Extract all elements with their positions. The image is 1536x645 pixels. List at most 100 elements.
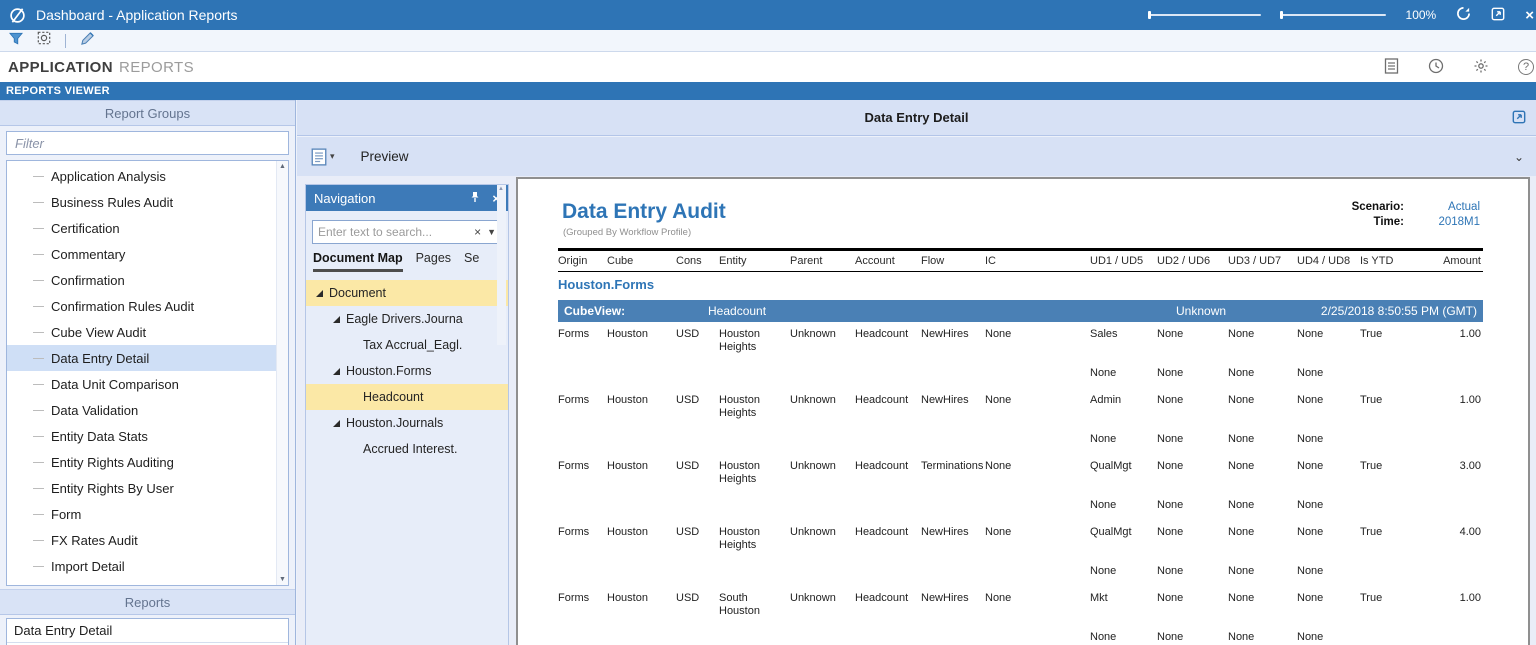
group-item[interactable]: Confirmation xyxy=(7,267,276,293)
group-item-label: Form xyxy=(51,506,82,522)
search-options-chevron-icon[interactable]: ▼ xyxy=(487,227,496,237)
reports-viewer-bar: REPORTS VIEWER xyxy=(0,82,1536,100)
group-item[interactable]: Form xyxy=(7,501,276,527)
help-icon[interactable]: ? xyxy=(1518,59,1534,75)
group-item[interactable]: Data Validation xyxy=(7,397,276,423)
expander-icon[interactable] xyxy=(316,289,323,297)
tab-document-map[interactable]: Document Map xyxy=(313,251,403,272)
cell-empty xyxy=(676,488,719,520)
scroll-up-icon[interactable]: ▲ xyxy=(279,163,286,170)
nav-tree-item[interactable]: Tax Accrual_Eagl. xyxy=(306,332,508,358)
group-item[interactable]: Data Entry Detail xyxy=(7,345,276,371)
filter-input[interactable] xyxy=(6,131,289,155)
nav-tree-item-label: Eagle Drivers.Journa xyxy=(346,312,463,326)
navigation-scrollbar[interactable]: ▲ xyxy=(497,185,506,345)
group-item[interactable]: Application Analysis xyxy=(7,163,276,189)
pin-icon[interactable] xyxy=(470,191,480,206)
tab-se[interactable]: Se xyxy=(464,251,479,272)
filter-funnel-icon[interactable] xyxy=(8,32,24,50)
column-header: UD1 / UD5 xyxy=(1090,248,1157,272)
collapse-chevron-icon[interactable]: ⌄ xyxy=(1514,150,1524,164)
group-item[interactable]: Data Unit Comparison xyxy=(7,371,276,397)
document-menu-button[interactable]: ▾ xyxy=(311,147,335,166)
group-item[interactable]: Cube View Audit xyxy=(7,319,276,345)
select-region-icon[interactable] xyxy=(37,31,51,50)
tree-line xyxy=(33,202,44,203)
cell-empty xyxy=(921,554,985,586)
gear-icon[interactable] xyxy=(1473,58,1489,77)
cell-empty xyxy=(1360,554,1428,586)
nav-tree-item[interactable]: Headcount xyxy=(306,384,508,410)
cell-empty xyxy=(921,620,985,645)
cell-ud1-sub: None xyxy=(1090,499,1117,511)
nav-tree-item[interactable]: Accrued Interest. xyxy=(306,436,508,462)
column-header: IC xyxy=(985,248,1090,272)
group-item[interactable]: Entity Rights By User xyxy=(7,475,276,501)
app-header: APPLICATION REPORTS ? xyxy=(0,52,1536,82)
nav-tree-item-label: Headcount xyxy=(363,390,424,404)
column-header: Entity xyxy=(719,248,790,272)
cell-empty xyxy=(921,356,985,388)
clear-search-icon[interactable]: × xyxy=(474,225,481,239)
cell-empty xyxy=(790,620,855,645)
quick-toolbar xyxy=(0,30,1536,52)
time-value: 2018M1 xyxy=(1438,216,1480,228)
scroll-down-icon[interactable]: ▼ xyxy=(279,576,286,583)
tree-line xyxy=(33,332,44,333)
cell-ud1-sub: None xyxy=(1090,367,1117,379)
edit-pencil-icon[interactable] xyxy=(80,31,95,51)
expander-icon[interactable] xyxy=(333,367,340,375)
report-row: Forms Houston USD Houston Heights Unknown Hea… xyxy=(558,454,1483,488)
report-panel-titlebar: Data Entry Detail xyxy=(297,100,1536,136)
time-label: Time: xyxy=(1373,216,1404,228)
nav-tree-item[interactable]: Eagle Drivers.Journa xyxy=(306,306,508,332)
group-item-label: FX Rates Audit xyxy=(51,532,138,548)
cell-empty xyxy=(607,488,676,520)
tree-line xyxy=(33,254,44,255)
group-item[interactable]: Commentary xyxy=(7,241,276,267)
group-item[interactable]: Import Detail (Account Mapping) xyxy=(7,579,276,586)
nav-tree-item[interactable]: Houston.Journals xyxy=(306,410,508,436)
zoom-slider-1[interactable] xyxy=(1147,11,1261,19)
group-item[interactable]: Entity Rights Auditing xyxy=(7,449,276,475)
cell-ud4-sub: None xyxy=(1297,367,1324,379)
zoom-slider-2[interactable] xyxy=(1279,11,1386,19)
expander-icon[interactable] xyxy=(333,419,340,427)
report-page: Data Entry Audit (Grouped By Workflow Pr… xyxy=(516,177,1530,645)
tab-pages[interactable]: Pages xyxy=(416,251,451,272)
nav-tree-item[interactable]: Houston.Forms xyxy=(306,358,508,384)
column-header: Origin xyxy=(558,248,607,272)
panel-popout-icon[interactable] xyxy=(1512,110,1526,127)
cell-ud2: None xyxy=(1157,526,1184,538)
nav-tree-item[interactable]: Document xyxy=(306,280,508,306)
cell-ud2-sub: None xyxy=(1157,565,1184,577)
report-groups-caption: Report Groups xyxy=(0,100,295,126)
group-item[interactable]: Confirmation Rules Audit xyxy=(7,293,276,319)
nav-tree-item-label: Document xyxy=(329,286,386,300)
refresh-icon[interactable] xyxy=(1456,6,1471,24)
clock-icon[interactable] xyxy=(1428,58,1444,77)
cell-empty xyxy=(1360,488,1428,520)
popout-icon[interactable] xyxy=(1491,7,1505,24)
report-row-sub: None None None None xyxy=(558,422,1483,454)
close-icon[interactable]: × xyxy=(1525,8,1534,23)
group-item[interactable]: Entity Data Stats xyxy=(7,423,276,449)
report-item[interactable]: Data Entry Detail xyxy=(7,619,288,643)
navigation-search-input[interactable] xyxy=(318,225,475,239)
cell-account: Headcount xyxy=(855,328,909,340)
cell-ud4-sub: None xyxy=(1297,565,1324,577)
window-title: Dashboard - Application Reports xyxy=(36,7,238,23)
cell-empty xyxy=(1360,620,1428,645)
workflow-group-title: Houston.Forms xyxy=(558,277,655,292)
cell-amount: 1.00 xyxy=(1459,394,1481,406)
group-item[interactable]: Import Detail xyxy=(7,553,276,579)
cell-empty xyxy=(719,620,790,645)
report-list-icon[interactable] xyxy=(1384,57,1399,77)
cell-ud2-sub: None xyxy=(1157,631,1184,643)
group-item[interactable]: Certification xyxy=(7,215,276,241)
group-item[interactable]: FX Rates Audit xyxy=(7,527,276,553)
groups-scrollbar[interactable]: ▲ ▼ xyxy=(276,161,288,585)
expander-icon[interactable] xyxy=(333,315,340,323)
group-item[interactable]: Business Rules Audit xyxy=(7,189,276,215)
cell-origin: Forms xyxy=(558,526,590,538)
